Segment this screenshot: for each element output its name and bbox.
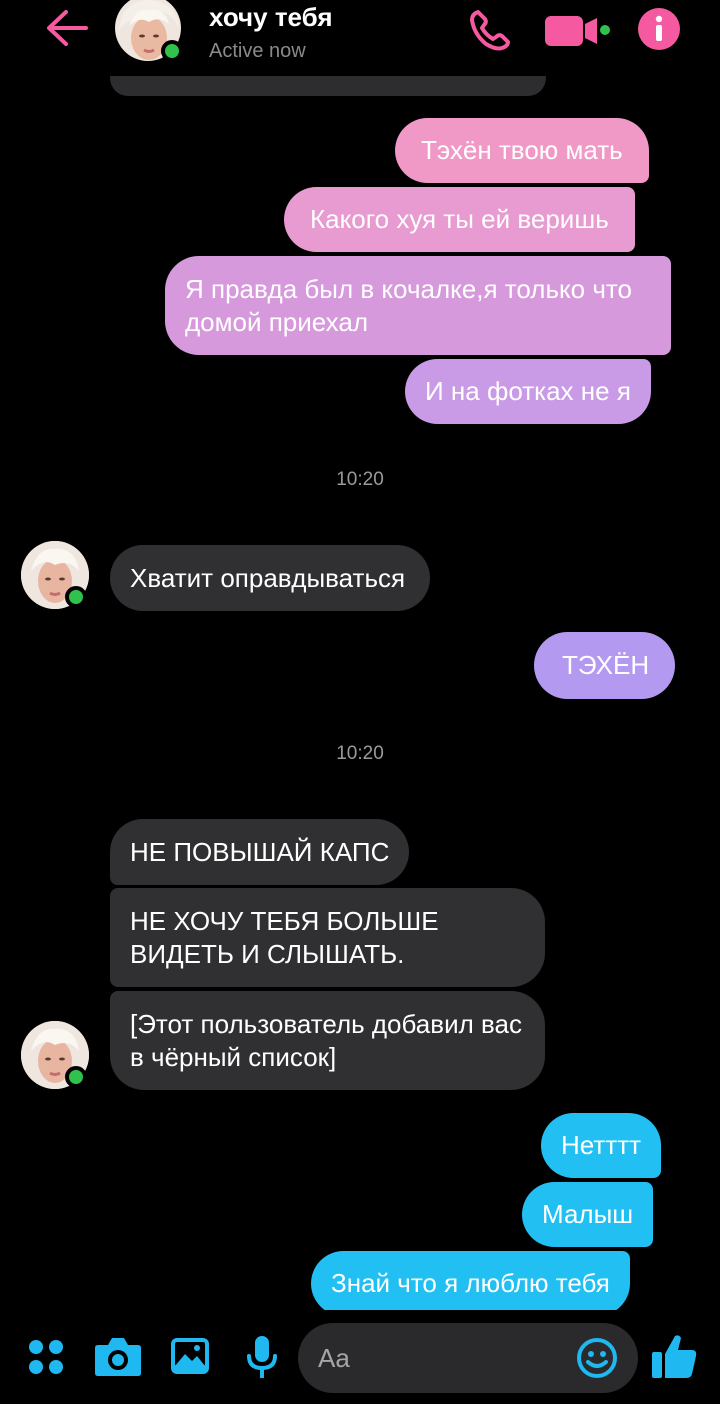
outgoing-message[interactable]: ТЭХЁН <box>534 632 676 699</box>
incoming-message[interactable]: НЕ ХОЧУ ТЕБЯ БОЛЬШЕ ВИДЕТЬ И СЛЫШАТЬ. <box>110 888 545 987</box>
outgoing-message[interactable]: Знай что я люблю тебя <box>311 1251 630 1316</box>
thumbs-up-icon[interactable] <box>650 1332 698 1380</box>
apps-grid-icon[interactable] <box>28 1339 64 1375</box>
back-arrow-icon[interactable] <box>44 8 90 48</box>
online-indicator <box>161 40 183 62</box>
timestamp: 10:20 <box>336 743 384 764</box>
contact-status: Active now <box>209 40 306 62</box>
online-indicator <box>65 1066 87 1088</box>
outgoing-message[interactable]: Тэхён твою мать <box>395 118 649 183</box>
message-input-placeholder: Aa <box>318 1343 350 1373</box>
online-indicator <box>65 586 87 608</box>
timestamp: 10:20 <box>336 469 384 490</box>
message-input[interactable]: Aa <box>298 1323 638 1393</box>
outgoing-message[interactable]: Малыш <box>522 1182 654 1247</box>
outgoing-message[interactable]: Нетттт <box>541 1113 662 1178</box>
emoji-icon[interactable] <box>576 1337 618 1379</box>
outgoing-message[interactable]: И на фотках не я <box>405 359 651 424</box>
incoming-message[interactable]: [Этот пользователь добавил вас в чёрный … <box>110 991 545 1090</box>
image-icon[interactable] <box>170 1337 210 1375</box>
composer-bar: Aa <box>0 1310 720 1404</box>
contact-avatar[interactable] <box>115 0 183 62</box>
conversation-header: хочу тебя Active now <box>0 0 720 76</box>
microphone-icon[interactable] <box>246 1334 278 1380</box>
camera-icon[interactable] <box>94 1335 142 1377</box>
video-camera-icon[interactable] <box>543 12 613 48</box>
contact-name: хочу тебя <box>209 2 333 32</box>
phone-icon[interactable] <box>468 8 512 52</box>
outgoing-message[interactable]: Какого хуя ты ей веришь <box>284 187 635 252</box>
outgoing-message[interactable]: Я правда был в кочалке,я только что домо… <box>165 256 671 355</box>
incoming-message[interactable]: НЕ ПОВЫШАЙ КАПС <box>110 819 410 885</box>
incoming-message[interactable]: Хватит оправдываться <box>110 545 431 611</box>
info-icon[interactable] <box>637 7 681 51</box>
